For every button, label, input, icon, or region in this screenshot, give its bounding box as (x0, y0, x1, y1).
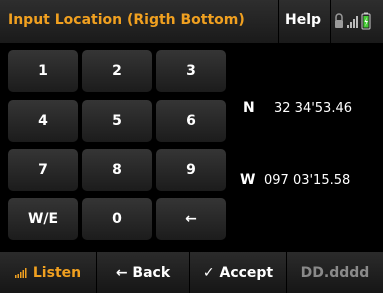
status-icons (334, 11, 380, 31)
longitude-direction: W (240, 172, 256, 188)
battery-icon (361, 12, 371, 30)
key-9[interactable]: 9 (156, 149, 226, 191)
listen-button[interactable]: Listen (0, 252, 96, 293)
key-1[interactable]: 1 (8, 50, 78, 92)
help-button[interactable]: Help (285, 12, 321, 28)
listen-label: Listen (32, 264, 82, 281)
page-title: Input Location (Rigth Bottom) (8, 12, 245, 28)
back-button[interactable]: ← Back (97, 252, 189, 293)
key-west-east[interactable]: W/E (8, 198, 78, 240)
latitude-direction: N (243, 100, 255, 116)
key-5[interactable]: 5 (82, 100, 152, 142)
longitude-value: 097 03'15.58 (264, 173, 351, 188)
key-backspace[interactable]: ← (156, 198, 226, 240)
key-7[interactable]: 7 (8, 149, 78, 191)
key-8[interactable]: 8 (82, 149, 152, 191)
format-button[interactable]: DD.dddd (287, 252, 383, 293)
key-3[interactable]: 3 (156, 50, 226, 92)
speaker-bars-icon (14, 267, 27, 278)
key-0[interactable]: 0 (82, 198, 152, 240)
header-divider (278, 0, 279, 43)
signal-icon (347, 16, 358, 28)
lock-icon (335, 13, 343, 28)
header-divider (330, 0, 331, 43)
key-4[interactable]: 4 (8, 100, 78, 142)
latitude-value: 32 34'53.46 (274, 101, 353, 116)
footer-bar: Listen ← Back ✓ Accept DD.dddd (0, 252, 383, 293)
key-6[interactable]: 6 (156, 100, 226, 142)
key-2[interactable]: 2 (82, 50, 152, 92)
accept-button[interactable]: ✓ Accept (190, 252, 286, 293)
title-bar: Input Location (Rigth Bottom) Help (0, 0, 383, 43)
